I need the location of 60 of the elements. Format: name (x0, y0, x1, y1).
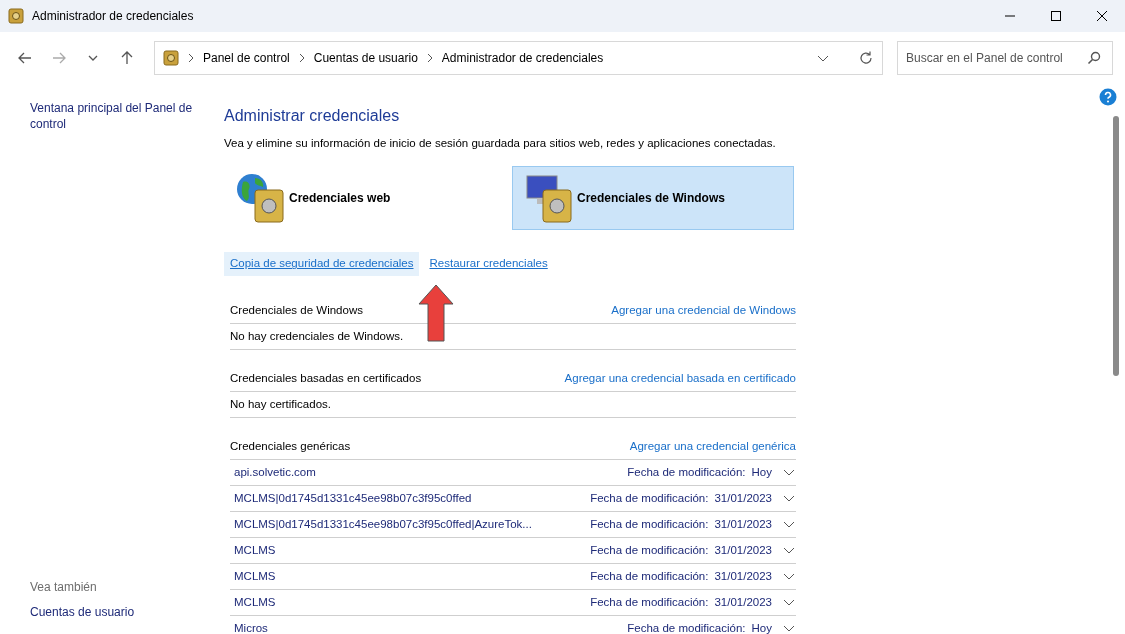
date-value: 31/01/2023 (714, 490, 772, 506)
date-value: 31/01/2023 (714, 542, 772, 558)
date-label: Fecha de modificación: (627, 620, 746, 634)
date-value: 31/01/2023 (714, 568, 772, 584)
monitor-safe-icon (523, 172, 575, 225)
date-value: Hoy (751, 620, 772, 634)
credential-name: Micros (234, 620, 269, 634)
refresh-icon[interactable] (858, 50, 874, 66)
section-heading: Credenciales de Windows (230, 302, 363, 318)
close-icon (1096, 10, 1108, 22)
scrollbar-thumb[interactable] (1113, 116, 1119, 376)
forward-icon (51, 50, 67, 66)
safe-icon (163, 50, 179, 66)
search-icon (1087, 51, 1101, 65)
globe-safe-icon (235, 172, 287, 225)
date-label: Fecha de modificación: (590, 542, 709, 558)
date-label: Fecha de modificación: (590, 568, 709, 584)
sidebar-link[interactable]: Cuentas de usuario (30, 604, 204, 620)
up-arrow-icon (418, 284, 454, 342)
help-icon (1099, 88, 1117, 106)
maximize-icon (1050, 10, 1062, 22)
up-icon (119, 50, 135, 66)
description-text: Vea y elimine su información de inicio de sesión guardada para sitios web, redes y aplicaciones conectadas. (224, 136, 777, 152)
date-value: Hoy (751, 464, 772, 480)
breadcrumb[interactable]: Administrador de credenciales (441, 49, 604, 67)
section-heading: Vea también (30, 579, 98, 596)
section-heading: Credenciales basadas en certificados (230, 370, 422, 386)
date-label: Fecha de modificación: (590, 516, 709, 532)
credential-name: MCLMS|0d1745d1331c45ee98b07c3f95c0ffed (234, 490, 473, 506)
search-field[interactable]: Buscar en el Panel de control (897, 41, 1113, 75)
add-link[interactable]: Agregar una credencial basada en certificado (564, 369, 796, 387)
chevron-right-icon (187, 53, 195, 63)
breadcrumb[interactable]: Panel de control (203, 49, 290, 67)
address-bar[interactable]: Panel de control Cuentas de usuario Administrador de credenciales (154, 41, 883, 75)
credential-name: MCLMS|0d1745d1331c45ee98b07c3f95c0ffed|AzureTok... (234, 516, 533, 532)
credential-tile[interactable]: Credenciales web (224, 166, 506, 231)
back-icon (17, 50, 33, 66)
breadcrumb[interactable]: Cuentas de usuario (313, 49, 418, 67)
credential-name: MCLMS (234, 568, 277, 584)
date-label: Fecha de modificación: (590, 594, 709, 610)
credential-name: MCLMS (234, 542, 277, 558)
add-link[interactable]: Agregar una credencial genérica (629, 437, 796, 455)
window-title: Administrador de credenciales (32, 8, 194, 25)
page-title: Administrar credenciales (224, 106, 401, 126)
credential-name: MCLMS (234, 594, 277, 610)
chevron-right-icon (425, 53, 434, 63)
sidebar-link[interactable]: Ventana principal del Panel de control (30, 100, 204, 132)
date-label: Fecha de modificación: (627, 464, 746, 480)
add-link[interactable]: Agregar una credencial de Windows (611, 301, 796, 319)
empty-message: No hay certificados. (230, 391, 796, 418)
action-link[interactable]: Restaurar credenciales (423, 252, 554, 276)
credential-tile[interactable]: Credenciales de Windows (512, 166, 794, 231)
action-link[interactable]: Copia de seguridad de credenciales (224, 252, 420, 276)
section-heading: Credenciales genéricas (230, 438, 351, 454)
date-value: 31/01/2023 (714, 516, 772, 532)
date-label: Fecha de modificación: (590, 490, 709, 506)
chevron-right-icon (297, 53, 306, 63)
date-value: 31/01/2023 (714, 594, 772, 610)
safe-icon (8, 8, 24, 24)
credential-name: api.solvetic.com (234, 464, 317, 480)
